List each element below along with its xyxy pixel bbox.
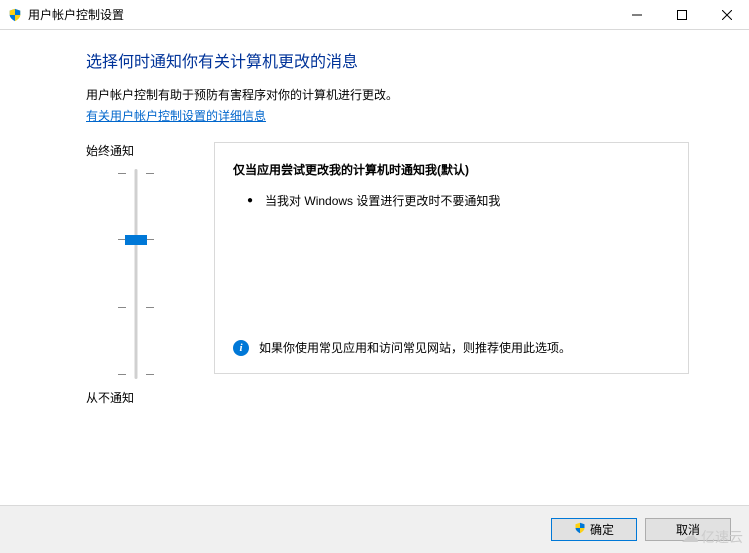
slider-tick [146, 173, 154, 174]
close-button[interactable] [704, 0, 749, 29]
slider-section: 始终通知 从不通知 [86, 142, 186, 416]
slider-thumb[interactable] [125, 235, 147, 245]
slider-tick [146, 239, 154, 240]
slider-tick [118, 307, 126, 308]
help-link[interactable]: 有关用户帐户控制设置的详细信息 [86, 107, 266, 124]
main-area: 始终通知 从不通知 仅当应用尝试更改我的计算机时通知我(默认) ● 当我对 Wi… [86, 142, 689, 416]
maximize-button[interactable] [659, 0, 704, 29]
minimize-button[interactable] [614, 0, 659, 29]
uac-slider[interactable] [106, 169, 166, 379]
slider-top-label: 始终通知 [86, 142, 186, 159]
description-text: 用户帐户控制有助于预防有害程序对你的计算机进行更改。 [86, 86, 689, 103]
page-heading: 选择何时通知你有关计算机更改的消息 [86, 48, 689, 72]
ok-button[interactable]: 确定 [551, 518, 637, 541]
bullet-icon: ● [247, 192, 253, 210]
level-bullet-text: 当我对 Windows 设置进行更改时不要通知我 [265, 192, 500, 210]
content-area: 选择何时通知你有关计算机更改的消息 用户帐户控制有助于预防有害程序对你的计算机进… [0, 30, 749, 416]
cancel-button[interactable]: 取消 [645, 518, 731, 541]
slider-tick [118, 374, 126, 375]
window-controls [614, 0, 749, 29]
recommendation-row: i 如果你使用常见应用和访问常见网站，则推荐使用此选项。 [233, 340, 670, 357]
shield-icon [8, 8, 22, 22]
level-title: 仅当应用尝试更改我的计算机时通知我(默认) [233, 161, 670, 178]
footer: 确定 取消 [0, 505, 749, 553]
recommendation-text: 如果你使用常见应用和访问常见网站，则推荐使用此选项。 [259, 340, 571, 357]
cancel-button-label: 取消 [676, 521, 700, 538]
slider-tick [146, 374, 154, 375]
slider-track-line [135, 169, 138, 379]
level-bullet-row: ● 当我对 Windows 设置进行更改时不要通知我 [247, 192, 670, 210]
slider-tick [118, 173, 126, 174]
window-title: 用户帐户控制设置 [28, 6, 614, 23]
titlebar: 用户帐户控制设置 [0, 0, 749, 30]
ok-button-label: 确定 [590, 521, 614, 538]
info-icon: i [233, 340, 249, 356]
shield-icon [574, 522, 586, 537]
slider-bottom-label: 从不通知 [86, 389, 186, 406]
level-description-panel: 仅当应用尝试更改我的计算机时通知我(默认) ● 当我对 Windows 设置进行… [214, 142, 689, 374]
slider-tick [146, 307, 154, 308]
